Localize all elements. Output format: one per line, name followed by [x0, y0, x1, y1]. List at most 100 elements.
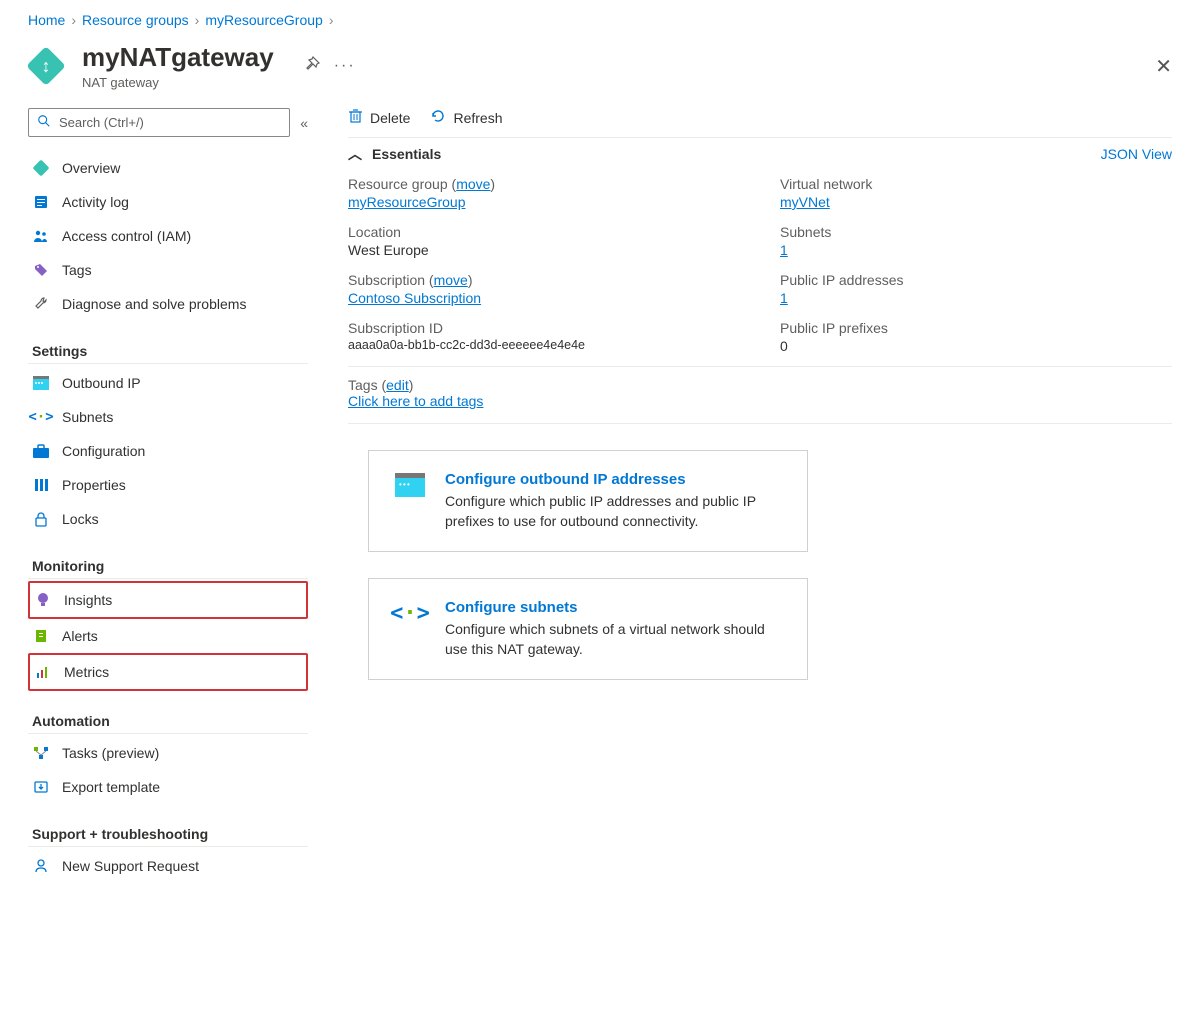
toolbar: Delete Refresh	[348, 108, 1172, 137]
toolbox-icon	[32, 444, 50, 458]
label-vnet: Virtual network	[780, 176, 1172, 192]
crumb-home[interactable]: Home	[28, 12, 65, 28]
json-view-link[interactable]: JSON View	[1101, 146, 1172, 162]
people-icon	[32, 228, 50, 244]
browser-icon	[393, 471, 427, 531]
search-input[interactable]: Search (Ctrl+/)	[28, 108, 290, 137]
value-location: West Europe	[348, 242, 740, 258]
value-subscription-id: aaaa0a0a-bb1b-cc2c-dd3d-eeeeee4e4e4e	[348, 338, 740, 352]
nav-label: Properties	[62, 477, 126, 493]
chevron-up-icon: ︿	[348, 144, 362, 164]
main-panel: Delete Refresh ︿ Essentials JSON View Re…	[348, 108, 1172, 883]
nav-activity-log[interactable]: Activity log	[28, 185, 308, 219]
nav-diagnose[interactable]: Diagnose and solve problems	[28, 287, 308, 321]
nav-configuration[interactable]: Configuration	[28, 434, 308, 468]
nav-access-control[interactable]: Access control (IAM)	[28, 219, 308, 253]
nav-label: Activity log	[62, 194, 129, 210]
label-public-ip-prefixes: Public IP prefixes	[780, 320, 1172, 336]
chevron-right-icon: ›	[71, 12, 76, 28]
alerts-icon	[32, 628, 50, 644]
label-subnets: Subnets	[780, 224, 1172, 240]
nav-outbound-ip[interactable]: Outbound IP	[28, 366, 308, 400]
card-title: Configure outbound IP addresses	[445, 471, 783, 488]
delete-button[interactable]: Delete	[348, 108, 410, 127]
trash-icon	[348, 108, 363, 127]
nav-label: Export template	[62, 779, 160, 795]
nav-metrics[interactable]: Metrics	[28, 653, 308, 691]
lock-icon	[32, 511, 50, 527]
refresh-icon	[430, 108, 446, 127]
wrench-icon	[32, 296, 50, 312]
sidebar: Search (Ctrl+/) « Overview Activity log …	[28, 108, 308, 883]
label-public-ip: Public IP addresses	[780, 272, 1172, 288]
nav-tags[interactable]: Tags	[28, 253, 308, 287]
nav-new-support-request[interactable]: New Support Request	[28, 849, 308, 883]
metrics-icon	[34, 665, 52, 679]
crumb-resource-groups[interactable]: Resource groups	[82, 12, 189, 28]
nav-label: Subnets	[62, 409, 113, 425]
nav-section-monitoring: Monitoring	[28, 554, 308, 579]
page-title: myNATgateway	[82, 42, 274, 73]
label-resource-group: Resource group (move)	[348, 176, 740, 192]
tag-icon	[32, 262, 50, 278]
essentials-header[interactable]: ︿ Essentials JSON View	[348, 137, 1172, 170]
card-configure-outbound-ip[interactable]: Configure outbound IP addresses Configur…	[368, 450, 808, 552]
nav-alerts[interactable]: Alerts	[28, 619, 308, 653]
subnets-icon: <·>	[393, 599, 427, 659]
close-icon[interactable]: ✕	[1155, 54, 1172, 79]
properties-icon	[32, 477, 50, 493]
card-title: Configure subnets	[445, 599, 783, 616]
crumb-my-resource-group[interactable]: myResourceGroup	[205, 12, 323, 28]
nav-overview[interactable]: Overview	[28, 151, 308, 185]
subnets-link[interactable]: 1	[780, 242, 788, 258]
pin-icon[interactable]	[304, 56, 320, 77]
nav-locks[interactable]: Locks	[28, 502, 308, 536]
card-description: Configure which public IP addresses and …	[445, 492, 783, 531]
nav-properties[interactable]: Properties	[28, 468, 308, 502]
nav-section-automation: Automation	[28, 709, 308, 734]
public-ip-link[interactable]: 1	[780, 290, 788, 306]
nav-section-support: Support + troubleshooting	[28, 822, 308, 847]
nav-label: Locks	[62, 511, 99, 527]
nav-label: Overview	[62, 160, 120, 176]
search-placeholder: Search (Ctrl+/)	[59, 115, 144, 130]
nav-label: Metrics	[64, 664, 109, 680]
nav-label: Alerts	[62, 628, 98, 644]
subnets-icon: <·>	[32, 409, 50, 425]
nav-label: Configuration	[62, 443, 145, 459]
resource-group-link[interactable]: myResourceGroup	[348, 194, 466, 210]
tasks-icon	[32, 745, 50, 761]
tags-row: Tags (edit) Click here to add tags	[348, 367, 1172, 424]
breadcrumb: Home › Resource groups › myResourceGroup…	[28, 12, 1172, 28]
subscription-link[interactable]: Contoso Subscription	[348, 290, 481, 306]
page-header: myNATgateway NAT gateway ··· ✕	[28, 42, 1172, 90]
move-subscription-link[interactable]: move	[434, 272, 468, 288]
move-resource-group-link[interactable]: move	[456, 176, 490, 192]
nav-tasks[interactable]: Tasks (preview)	[28, 736, 308, 770]
add-tags-link[interactable]: Click here to add tags	[348, 393, 483, 409]
nav-export-template[interactable]: Export template	[28, 770, 308, 804]
nat-gateway-icon	[32, 162, 50, 174]
log-icon	[32, 194, 50, 210]
collapse-icon[interactable]: «	[300, 115, 308, 131]
label-subscription-id: Subscription ID	[348, 320, 740, 336]
nav-subnets[interactable]: <·> Subnets	[28, 400, 308, 434]
edit-tags-link[interactable]: edit	[386, 377, 409, 393]
nav-label: Tasks (preview)	[62, 745, 159, 761]
nav-label: Tags	[62, 262, 92, 278]
refresh-button[interactable]: Refresh	[430, 108, 502, 127]
chevron-right-icon: ›	[195, 12, 200, 28]
card-configure-subnets[interactable]: <·> Configure subnets Configure which su…	[368, 578, 808, 680]
nat-gateway-icon	[26, 46, 66, 86]
export-icon	[32, 780, 50, 794]
nav-insights[interactable]: Insights	[28, 581, 308, 619]
more-icon[interactable]: ···	[334, 57, 356, 75]
nav-label: Diagnose and solve problems	[62, 296, 246, 312]
search-icon	[37, 114, 51, 131]
vnet-link[interactable]: myVNet	[780, 194, 830, 210]
value-public-ip-prefixes: 0	[780, 338, 1172, 354]
chevron-right-icon: ›	[329, 12, 334, 28]
nav-label: Insights	[64, 592, 112, 608]
nav-section-settings: Settings	[28, 339, 308, 364]
support-icon	[32, 858, 50, 874]
